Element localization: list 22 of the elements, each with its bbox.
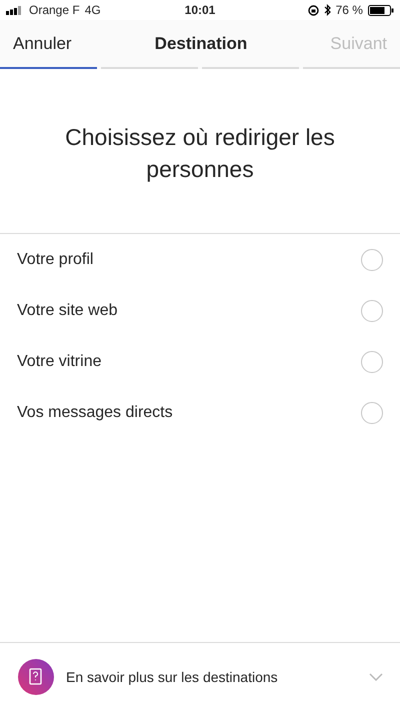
radio-button[interactable] xyxy=(361,350,383,372)
signal-icon xyxy=(6,6,24,14)
option-label[interactable]: Votre site web xyxy=(17,302,118,320)
clock: 10:01 xyxy=(184,3,216,17)
radio-button[interactable] xyxy=(361,248,383,270)
chevron-down-icon[interactable] xyxy=(369,673,383,681)
network-type: 4G xyxy=(84,3,101,17)
cancel-link[interactable]: Annuler xyxy=(13,34,72,54)
radio-button[interactable] xyxy=(361,402,383,424)
rotation-lock-icon xyxy=(308,4,319,16)
option-label[interactable]: Votre vitrine xyxy=(17,352,102,370)
option-label[interactable]: Vos messages directs xyxy=(17,404,173,422)
battery-percentage: 76 % xyxy=(336,3,363,17)
carrier-name: Orange F xyxy=(29,3,80,17)
battery-icon xyxy=(368,4,394,16)
learn-more-text[interactable]: En savoir plus sur les destinations xyxy=(66,669,357,685)
heading: Choisissez où rediriger les personnes xyxy=(64,123,336,184)
help-book-icon xyxy=(18,659,54,695)
radio-button[interactable] xyxy=(361,300,383,322)
bluetooth-icon xyxy=(324,4,331,16)
screen-title: Destination xyxy=(154,34,248,54)
option-label[interactable]: Votre profil xyxy=(17,250,94,268)
